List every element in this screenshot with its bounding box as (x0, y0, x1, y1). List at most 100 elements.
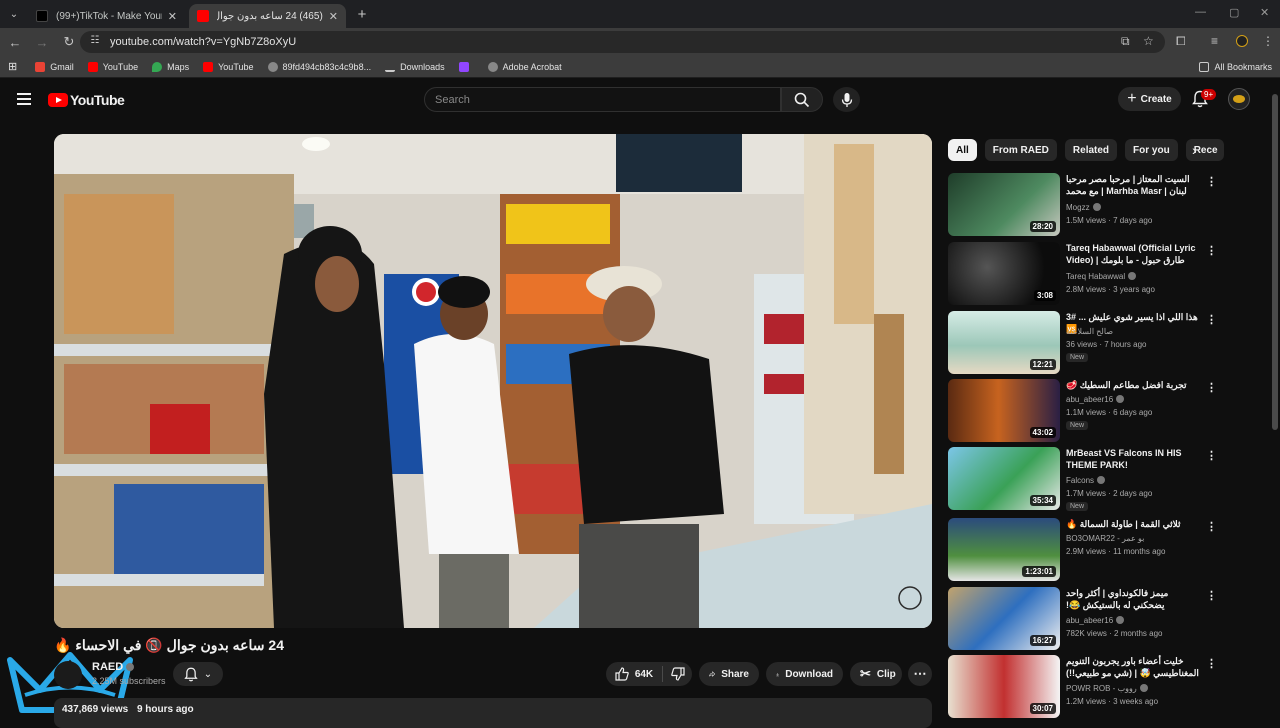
notification-preference-button[interactable]: ⌄ (173, 662, 223, 686)
more-vertical-icon[interactable]: ⋮ (1206, 313, 1217, 326)
video-meta: 1.2M views · 3 weeks ago (1066, 697, 1159, 706)
more-vertical-icon[interactable]: ⋮ (1206, 520, 1217, 533)
create-button[interactable]: + Create (1118, 87, 1181, 111)
reload-button[interactable]: ↻ (57, 30, 81, 54)
more-actions-button[interactable]: ⋯ (908, 662, 932, 686)
bookmark-youtube[interactable]: YouTube (87, 61, 138, 72)
forward-button[interactable]: → (30, 30, 54, 54)
more-vertical-icon[interactable]: ⋮ (1206, 589, 1217, 602)
close-tab-icon[interactable]: ✕ (329, 10, 338, 23)
chip-from-channel[interactable]: From RAED (984, 139, 1057, 161)
youtube-play-icon (48, 93, 68, 107)
dislike-button[interactable] (663, 662, 692, 686)
video-player[interactable] (54, 134, 932, 628)
chip-related[interactable]: Related (1064, 139, 1118, 161)
verified-icon (1139, 684, 1148, 692)
list-item[interactable]: 43:02 تجربة افضل مطاعم السطيك 🥩 abu_abee… (948, 379, 1268, 443)
chevron-right-icon[interactable]: › (1192, 142, 1197, 158)
bookmark-maps[interactable]: Maps (152, 61, 189, 72)
bookmarks-bar: ⊞ Gmail YouTube Maps YouTube 89fd494cb83… (0, 56, 1280, 78)
more-vertical-icon[interactable]: ⋮ (1206, 449, 1217, 462)
channel-name[interactable]: BO3OMAR22 - بو عمر (1066, 534, 1144, 543)
channel-name[interactable]: صالح السلاعنة (1066, 327, 1113, 336)
video-thumbnail[interactable]: 3:08 (948, 242, 1060, 305)
browser-menu-icon[interactable]: ⋮ (1262, 34, 1274, 48)
video-title[interactable]: السيت المعتاز | مرحبا مصر مرحبا لبنان | … (1066, 173, 1200, 199)
video-thumbnail[interactable]: 43:02 (948, 379, 1060, 442)
bookmark-gmail[interactable]: Gmail (35, 61, 74, 72)
download-button[interactable]: Download (766, 662, 843, 686)
site-info-icon[interactable]: ☷ (88, 35, 102, 49)
new-badge: New (1066, 421, 1089, 430)
minimize-button[interactable]: — (1195, 6, 1206, 18)
video-title[interactable]: ثلاثي القمة | طاولة السمالة 🔥 (1066, 518, 1200, 530)
more-vertical-icon[interactable]: ⋮ (1206, 175, 1217, 188)
bookmark-youtube-2[interactable]: YouTube (203, 61, 254, 72)
video-title[interactable]: MrBeast VS Falcons IN HIS THEME PARK! (1066, 447, 1200, 471)
channel-avatar[interactable] (54, 661, 82, 689)
more-vertical-icon[interactable]: ⋮ (1206, 381, 1217, 394)
channel-name[interactable]: Mogzz (1066, 203, 1101, 212)
new-tab-button[interactable]: + (350, 4, 374, 28)
video-thumbnail[interactable]: 16:27 (948, 587, 1060, 650)
video-title[interactable]: Tareq Habawwal (Official Lyric Video) | … (1066, 242, 1200, 266)
video-thumbnail[interactable]: 30:07 (948, 655, 1060, 718)
scrollbar-thumb[interactable] (1272, 94, 1278, 430)
list-item[interactable]: 16:27 ميمز فالكونداوي | أكثر واحد يضحكني… (948, 587, 1268, 651)
menu-icon[interactable] (17, 93, 31, 105)
cast-icon[interactable]: ⧉ (1121, 34, 1130, 49)
list-item[interactable]: 35:34 MrBeast VS Falcons IN HIS THEME PA… (948, 447, 1268, 511)
video-title[interactable]: تجربة افضل مطاعم السطيك 🥩 (1066, 379, 1200, 391)
like-button[interactable]: 64K (606, 662, 662, 686)
search-button[interactable] (781, 87, 823, 112)
list-item[interactable]: 30:07 خليت أعضاء باور يجربون التنويم الم… (948, 655, 1268, 719)
channel-name[interactable]: RAED (92, 661, 135, 673)
youtube-logo[interactable]: YouTube (48, 92, 125, 108)
bookmark-star-icon[interactable]: ☆ (1143, 34, 1154, 48)
search-input[interactable]: Search (424, 87, 781, 112)
channel-name[interactable]: POWR ROB - رووب (1066, 684, 1148, 693)
extensions-icon[interactable]: ⧠ (1176, 34, 1186, 49)
browser-tab-youtube[interactable]: (465) 24 ساعه بدون جوال 📵 في ✕ (189, 4, 346, 28)
tab-search-icon[interactable]: ⌄ (0, 0, 28, 28)
maximize-button[interactable]: ▢ (1229, 6, 1239, 19)
bookmark-acrobat[interactable]: Adobe Acrobat (487, 61, 562, 72)
video-title[interactable]: خليت أعضاء باور يجربون التنويم المغناطيس… (1066, 655, 1200, 679)
apps-icon[interactable]: ⊞ (8, 60, 17, 73)
voice-search-button[interactable] (833, 87, 860, 112)
description-box[interactable]: 437,869 views 9 hours ago (54, 698, 932, 728)
video-thumbnail[interactable]: 35:34 (948, 447, 1060, 510)
profile-icon[interactable] (1236, 35, 1248, 47)
channel-name[interactable]: Falcons (1066, 476, 1106, 485)
all-bookmarks[interactable]: All Bookmarks (1199, 61, 1272, 72)
more-vertical-icon[interactable]: ⋮ (1206, 657, 1217, 670)
address-bar[interactable]: ☷ youtube.com/watch?v=YgNb7Z8oXyU (80, 31, 1165, 53)
globe-icon (487, 61, 498, 72)
bookmark-downloads[interactable]: Downloads (385, 62, 445, 72)
list-item[interactable]: 1:23:01 ثلاثي القمة | طاولة السمالة 🔥 BO… (948, 518, 1268, 582)
video-thumbnail[interactable]: 12:21 (948, 311, 1060, 374)
reading-list-icon[interactable]: ≡ (1211, 34, 1218, 48)
back-button[interactable]: ← (3, 30, 27, 54)
channel-name[interactable]: abu_abeer16 (1066, 395, 1125, 404)
channel-name[interactable]: abu_abeer16 (1066, 616, 1125, 625)
account-avatar[interactable] (1228, 88, 1250, 110)
share-button[interactable]: Share (699, 662, 759, 686)
video-thumbnail[interactable]: 1:23:01 (948, 518, 1060, 581)
chip-for-you[interactable]: For you (1125, 139, 1178, 161)
video-thumbnail[interactable]: 28:20 (948, 173, 1060, 236)
channel-name[interactable]: Tareq Habawwal (1066, 272, 1137, 281)
list-item[interactable]: 12:21 هذا اللي اذا يسير شوي عليش ... #3 … (948, 311, 1268, 375)
list-item[interactable]: 3:08 Tareq Habawwal (Official Lyric Vide… (948, 242, 1268, 306)
close-tab-icon[interactable]: ✕ (168, 10, 177, 23)
browser-tab-tiktok[interactable]: (99+)TikTok - Make Your Day ✕ (28, 4, 185, 28)
bookmark-twitch[interactable] (458, 61, 474, 72)
page-scrollbar[interactable] (1270, 80, 1280, 720)
close-window-button[interactable]: ✕ (1260, 6, 1269, 19)
chip-all[interactable]: All (948, 139, 977, 161)
clip-button[interactable]: ✂ Clip (850, 662, 902, 686)
bookmark-hash[interactable]: 89fd494cb83c4c9b8... (267, 61, 371, 72)
list-item[interactable]: 28:20 السيت المعتاز | مرحبا مصر مرحبا لب… (948, 173, 1268, 237)
more-vertical-icon[interactable]: ⋮ (1206, 244, 1217, 257)
video-title[interactable]: ميمز فالكونداوي | أكثر واحد يضحكني له با… (1066, 587, 1200, 611)
